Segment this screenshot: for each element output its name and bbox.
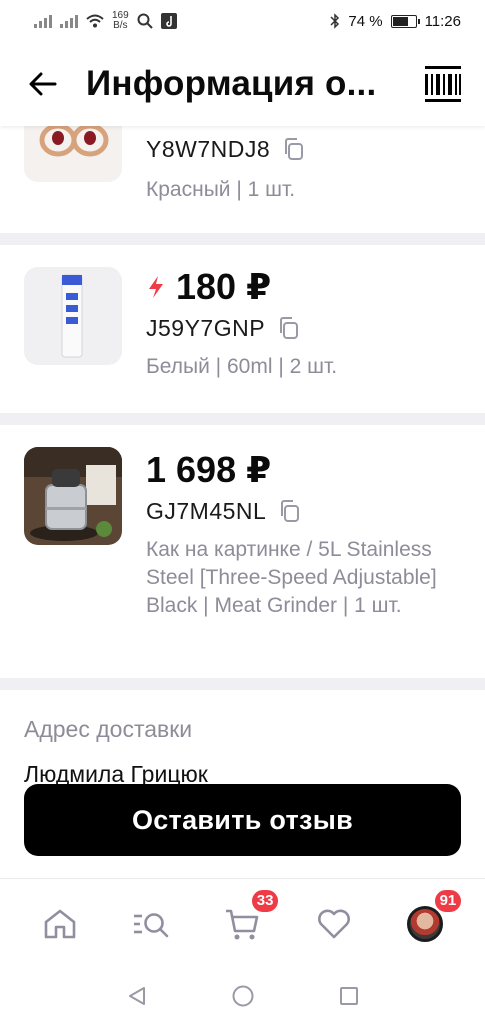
status-right: 74 % 11:26	[330, 13, 461, 30]
nav-favorites[interactable]	[310, 900, 358, 948]
system-recents-button[interactable]	[335, 982, 363, 1010]
item-price: 180 ₽	[176, 266, 272, 307]
price-row: 180 ₽	[146, 266, 461, 307]
net-speed: 169 B/s	[112, 11, 129, 31]
order-item[interactable]: 1 698 ₽ GJ7M45NL Как на картинке / 5L St…	[0, 425, 485, 678]
circle-home-icon	[232, 985, 253, 1007]
item-price: 1 698 ₽	[146, 449, 272, 490]
triangle-back-icon	[128, 987, 145, 1005]
sku-row: Y8W7NDJ8	[146, 134, 461, 164]
bottom-nav: 33 91	[0, 878, 485, 968]
battery-percent: 74 %	[348, 12, 383, 30]
copy-icon[interactable]	[277, 316, 299, 340]
item-info: 180 ₽ J59Y7GNP Белый | 60ml | 2 шт.	[146, 245, 461, 381]
item-sku: J59Y7GNP	[146, 314, 266, 341]
page-title: Информация о...	[86, 64, 377, 103]
rings-product-image	[24, 126, 122, 182]
nav-profile[interactable]: 91	[401, 887, 464, 948]
barcode-button[interactable]	[423, 64, 463, 104]
square-recents-icon	[339, 987, 358, 1005]
battery-icon	[390, 14, 420, 28]
battery-fill	[392, 16, 409, 26]
search-icon	[134, 912, 169, 937]
sku-row: GJ7M45NL	[146, 496, 461, 526]
signal-icon	[34, 14, 52, 28]
item-description: Красный | 1 шт.	[146, 178, 296, 201]
item-info: Y8W7NDJ8 Красный | 1 шт.	[146, 126, 461, 204]
item-description: Как на картинке / 5L Stainless Steel [Th…	[146, 538, 437, 617]
delivery-title: Адрес доставки	[24, 716, 193, 742]
copy-icon[interactable]	[282, 137, 304, 161]
separator	[0, 233, 485, 245]
item-description: Белый | 60ml | 2 шт.	[146, 355, 338, 378]
status-left: 169 B/s	[34, 11, 177, 31]
system-back-button[interactable]	[123, 982, 151, 1010]
delivery-section: Адрес доставки Людмила Грицюк	[0, 690, 485, 788]
lightning-icon	[149, 276, 163, 298]
nav-catalog-search[interactable]	[127, 900, 175, 948]
clock: 11:26	[424, 12, 461, 30]
arrow-left-icon	[29, 72, 57, 96]
barcode-icon	[425, 66, 461, 102]
meat-grinder-product-image	[24, 447, 122, 545]
cart-badge: 33	[249, 887, 281, 914]
tube-product-image	[24, 267, 122, 365]
order-item[interactable]: Y8W7NDJ8 Красный | 1 шт.	[0, 126, 485, 233]
sku-row: J59Y7GNP	[146, 313, 461, 343]
system-nav	[0, 968, 485, 1024]
music-app-icon	[160, 13, 177, 29]
search-status-icon	[137, 13, 153, 29]
net-speed-unit: B/s	[113, 20, 128, 31]
heart-icon	[317, 909, 350, 938]
item-info: 1 698 ₽ GJ7M45NL Как на картинке / 5L St…	[146, 425, 461, 620]
leave-review-button[interactable]: Оставить отзыв	[24, 784, 461, 856]
order-item[interactable]: 180 ₽ J59Y7GNP Белый | 60ml | 2 шт.	[0, 245, 485, 413]
copy-icon[interactable]	[278, 499, 300, 523]
price-row: 1 698 ₽	[146, 449, 461, 490]
nav-home[interactable]	[36, 900, 84, 948]
item-sku: Y8W7NDJ8	[146, 135, 271, 162]
status-bar: 169 B/s 74 % 11:26	[0, 0, 485, 42]
signal-icon-2	[60, 14, 78, 28]
separator	[0, 678, 485, 690]
profile-badge: 91	[432, 887, 464, 914]
wifi-icon	[86, 14, 104, 28]
nav-cart[interactable]: 33	[218, 887, 281, 948]
system-home-button[interactable]	[229, 982, 257, 1010]
app-header: Информация о...	[0, 42, 485, 126]
back-button[interactable]	[28, 69, 58, 99]
separator	[0, 413, 485, 425]
bluetooth-icon	[330, 13, 340, 29]
item-sku: GJ7M45NL	[146, 497, 267, 524]
order-content[interactable]: Y8W7NDJ8 Красный | 1 шт. 180 ₽ J59Y7GNP …	[0, 126, 485, 880]
home-icon	[44, 909, 75, 938]
